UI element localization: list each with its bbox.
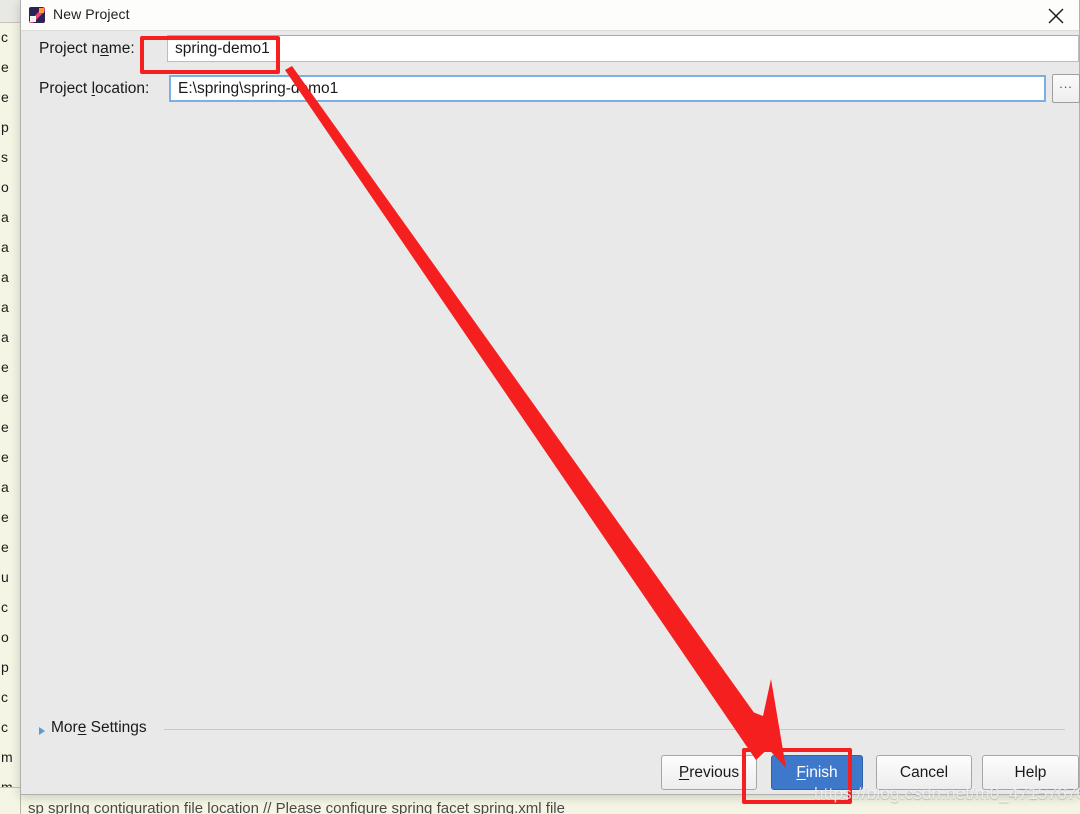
background-bottom-left-edge	[0, 788, 21, 814]
project-name-label: Project name:	[39, 40, 135, 57]
project-name-input[interactable]	[167, 35, 1079, 62]
project-location-row: Project location: ...	[21, 70, 1080, 110]
more-settings-section[interactable]: More Settings	[21, 718, 1079, 746]
dialog-titlebar: New Project	[21, 0, 1079, 31]
new-project-dialog: New Project Project name: Project locati…	[20, 0, 1080, 795]
browse-location-button[interactable]: ...	[1052, 74, 1080, 103]
ellipsis-icon: ...	[1059, 76, 1073, 91]
background-left-tab-strip	[0, 0, 20, 23]
help-button[interactable]: Help	[982, 755, 1079, 790]
more-settings-label: More Settings	[51, 719, 147, 736]
previous-button[interactable]: Previous	[661, 755, 757, 790]
chevron-right-icon	[39, 727, 45, 735]
background-bottom-text: sp sprIng contiguration file location //…	[28, 800, 565, 814]
finish-button[interactable]: Finish	[771, 755, 863, 790]
project-name-row: Project name:	[21, 30, 1079, 70]
background-left-text-column: c e e p s o a a a a a e e e e a e e u c …	[1, 29, 13, 790]
dialog-title: New Project	[53, 6, 130, 22]
close-button[interactable]	[1033, 0, 1079, 30]
more-settings-separator	[164, 729, 1065, 730]
background-left-editor-strip: c e e p s o a a a a a e e e e a e e u c …	[0, 0, 21, 790]
project-location-label: Project location:	[39, 80, 150, 97]
intellij-idea-icon	[29, 7, 45, 23]
close-icon	[1048, 8, 1064, 24]
project-form: Project name: Project location: ...	[21, 30, 1080, 110]
project-location-input[interactable]	[169, 75, 1046, 102]
cancel-button[interactable]: Cancel	[876, 755, 972, 790]
dialog-footer: Previous Finish Cancel Help	[21, 755, 1079, 795]
